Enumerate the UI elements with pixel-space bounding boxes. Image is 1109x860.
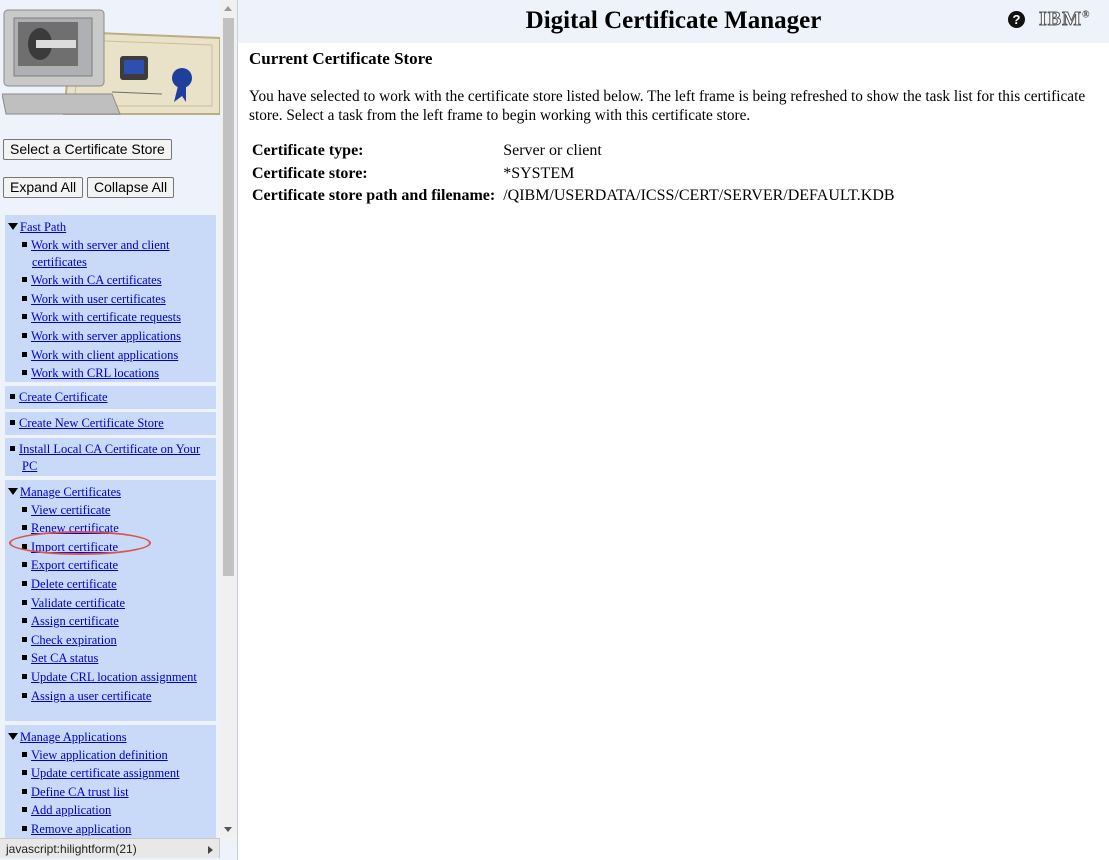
expanded-triangle-icon[interactable] bbox=[8, 733, 18, 740]
bullet-icon bbox=[22, 525, 27, 531]
bullet-icon bbox=[22, 599, 27, 605]
nav-renew-certificate[interactable]: Renew certificate bbox=[31, 521, 119, 535]
collapse-all-button[interactable]: Collapse All bbox=[87, 177, 175, 198]
bullet-icon bbox=[10, 420, 15, 425]
nav-validate-certificate[interactable]: Validate certificate bbox=[31, 596, 125, 610]
expanded-triangle-icon[interactable] bbox=[8, 223, 18, 230]
bullet-icon bbox=[22, 636, 27, 642]
certificate-store-details: Certificate type: Server or client Certi… bbox=[250, 142, 899, 210]
expanded-triangle-icon[interactable] bbox=[8, 488, 18, 495]
nav-update-certificate-assignment[interactable]: Update certificate assignment bbox=[31, 766, 180, 780]
detail-value: *SYSTEM bbox=[503, 164, 575, 182]
nav-work-with-server-applications[interactable]: Work with server applications bbox=[31, 329, 181, 343]
detail-value: /QIBM/USERDATA/ICSS/CERT/SERVER/DEFAULT.… bbox=[503, 187, 895, 204]
nav-manage-certificates[interactable]: Manage Certificates bbox=[20, 485, 121, 499]
nav-export-certificate[interactable]: Export certificate bbox=[31, 558, 118, 572]
bullet-icon bbox=[10, 394, 15, 399]
section-heading: Current Certificate Store bbox=[249, 49, 433, 68]
create-certificate-section: Create Certificate bbox=[5, 386, 216, 409]
detail-row: Certificate store: *SYSTEM bbox=[250, 165, 899, 188]
bullet-icon bbox=[22, 618, 27, 624]
status-bar: javascript:hilightform(21) bbox=[0, 838, 220, 858]
dcm-logo-image bbox=[2, 2, 220, 120]
nav-set-ca-status[interactable]: Set CA status bbox=[31, 651, 98, 665]
bullet-icon bbox=[22, 692, 27, 698]
nav-delete-certificate[interactable]: Delete certificate bbox=[31, 577, 117, 591]
detail-label: Certificate store path and filename: bbox=[252, 187, 496, 204]
bullet-icon bbox=[22, 332, 27, 338]
nav-assign-certificate[interactable]: Assign certificate bbox=[31, 614, 119, 628]
nav-work-with-client-applications[interactable]: Work with client applications bbox=[31, 348, 178, 362]
install-local-ca-section: Install Local CA Certificate on Your PC bbox=[5, 438, 216, 476]
bullet-icon bbox=[22, 770, 27, 776]
bullet-icon bbox=[22, 807, 27, 813]
info-paragraph: You have selected to work with the certi… bbox=[249, 88, 1086, 124]
scroll-right-arrow-icon[interactable] bbox=[208, 846, 213, 854]
nav-install-local-ca-certificate[interactable]: Install Local CA Certificate on Your PC bbox=[19, 442, 200, 473]
nav-view-application-definition[interactable]: View application definition bbox=[31, 748, 168, 762]
detail-row: Certificate type: Server or client bbox=[250, 142, 899, 165]
bullet-icon bbox=[22, 241, 27, 247]
nav-define-ca-trust-list[interactable]: Define CA trust list bbox=[31, 785, 129, 799]
right-frame: Digital Certificate Manager ? IBM® Curre… bbox=[238, 0, 1109, 860]
nav-remove-application[interactable]: Remove application bbox=[31, 822, 131, 836]
expand-all-button[interactable]: Expand All bbox=[3, 177, 84, 198]
nav-create-new-certificate-store[interactable]: Create New Certificate Store bbox=[19, 416, 164, 430]
create-new-store-section: Create New Certificate Store bbox=[5, 412, 216, 435]
bullet-icon bbox=[22, 825, 27, 831]
nav-import-certificate[interactable]: Import certificate bbox=[31, 540, 118, 554]
bullet-icon bbox=[22, 655, 27, 661]
scroll-up-arrow-icon[interactable] bbox=[224, 6, 232, 11]
detail-row: Certificate store path and filename: /QI… bbox=[250, 187, 899, 210]
detail-label: Certificate store: bbox=[252, 164, 368, 182]
bullet-icon bbox=[22, 543, 27, 549]
nav-check-expiration[interactable]: Check expiration bbox=[31, 633, 117, 647]
nav-work-with-ca-certificates[interactable]: Work with CA certificates bbox=[31, 273, 162, 287]
nav-manage-applications[interactable]: Manage Applications bbox=[20, 730, 127, 744]
nav-add-application[interactable]: Add application bbox=[31, 803, 111, 817]
bullet-icon bbox=[22, 506, 27, 512]
nav-work-with-certificate-requests[interactable]: Work with certificate requests bbox=[31, 310, 181, 324]
detail-label: Certificate type: bbox=[252, 142, 364, 159]
bullet-icon bbox=[10, 446, 15, 451]
bullet-icon bbox=[22, 295, 27, 301]
fast-path-section: Fast Path Work with server and client ce… bbox=[5, 215, 216, 382]
bullet-icon bbox=[22, 351, 27, 357]
select-certificate-store-button[interactable]: Select a Certificate Store bbox=[3, 139, 172, 160]
bullet-icon bbox=[22, 751, 27, 757]
page-title: Digital Certificate Manager bbox=[525, 7, 822, 34]
nav-update-crl-location-assignment[interactable]: Update CRL location assignment bbox=[31, 670, 197, 684]
bullet-icon bbox=[22, 562, 27, 568]
bullet-icon bbox=[22, 580, 27, 586]
bullet-icon bbox=[22, 673, 27, 679]
help-icon[interactable]: ? bbox=[1008, 11, 1025, 28]
bullet-icon bbox=[22, 277, 27, 283]
nav-assign-user-certificate[interactable]: Assign a user certificate bbox=[31, 689, 151, 703]
ibm-logo: IBM® bbox=[1039, 8, 1091, 31]
detail-value: Server or client bbox=[503, 142, 602, 159]
nav-create-certificate[interactable]: Create Certificate bbox=[19, 390, 108, 404]
nav-view-certificate[interactable]: View certificate bbox=[31, 503, 110, 517]
nav-work-with-user-certificates[interactable]: Work with user certificates bbox=[31, 292, 166, 306]
nav-work-with-server-client-certificates[interactable]: Work with server and client certificates bbox=[31, 238, 170, 269]
left-frame: Select a Certificate Store Expand All Co… bbox=[0, 0, 238, 860]
manage-certificates-section: Manage Certificates View certificate Ren… bbox=[5, 480, 216, 721]
bullet-icon bbox=[22, 788, 27, 794]
left-frame-scrollbar[interactable] bbox=[220, 0, 237, 838]
manage-applications-section: Manage Applications View application def… bbox=[5, 725, 216, 838]
scrollbar-thumb[interactable] bbox=[223, 18, 234, 576]
nav-work-with-crl-locations[interactable]: Work with CRL locations bbox=[31, 366, 159, 380]
bullet-icon bbox=[22, 370, 27, 376]
scroll-down-arrow-icon[interactable] bbox=[224, 827, 232, 832]
nav-fast-path[interactable]: Fast Path bbox=[20, 220, 66, 234]
header-banner: Digital Certificate Manager ? IBM® bbox=[238, 0, 1109, 43]
bullet-icon bbox=[22, 314, 27, 320]
